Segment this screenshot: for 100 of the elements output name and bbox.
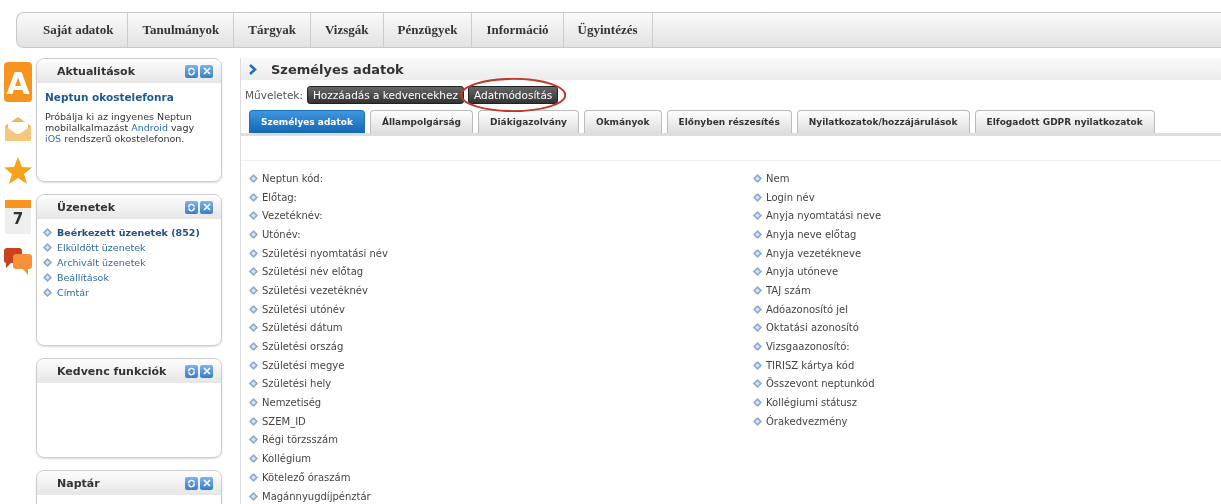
diamond-bullet-icon: [249, 285, 258, 295]
widget-title: Naptár: [57, 476, 100, 490]
field-label: Nem: [766, 172, 790, 184]
field-label: Anyja vezetékneve: [766, 247, 862, 259]
refresh-button[interactable]: [185, 364, 198, 378]
diamond-bullet-icon: [43, 243, 52, 252]
diamond-bullet-icon: [249, 454, 258, 464]
field-label: Utónév:: [262, 228, 301, 240]
close-icon: [202, 203, 211, 211]
field-label: TIRISZ kártya kód: [766, 359, 855, 371]
field-label: Kollégiumi státusz: [766, 397, 858, 409]
diamond-bullet-icon: [43, 273, 52, 282]
refresh-button[interactable]: [185, 64, 198, 78]
diamond-bullet-icon: [249, 211, 258, 221]
menu-item[interactable]: Vizsgák: [310, 13, 384, 47]
menu-item[interactable]: Ügyintézés: [563, 13, 653, 47]
action-button[interactable]: Adatmódosítás: [467, 86, 559, 104]
widget-title: Aktualitások: [57, 64, 135, 78]
field-label: Nemzetiség: [262, 397, 322, 409]
field-label: Kötelező óraszám: [262, 471, 351, 483]
tab[interactable]: Okmányok: [584, 110, 662, 133]
chat-icon[interactable]: [3, 248, 33, 276]
field-label: Összevont neptunkód: [766, 378, 875, 390]
menu-item[interactable]: Saját adatok: [29, 13, 129, 47]
star-icon[interactable]: [3, 156, 33, 186]
tab[interactable]: Személyes adatok: [249, 110, 365, 133]
menu-item[interactable]: Információ: [472, 13, 564, 47]
close-icon: [202, 367, 211, 375]
android-link[interactable]: Android: [131, 122, 168, 133]
refresh-button[interactable]: [185, 476, 198, 490]
diamond-bullet-icon: [753, 360, 762, 370]
diamond-bullet-icon: [249, 248, 258, 258]
field-label: Órakedvezmény: [766, 415, 848, 427]
message-folder-link[interactable]: Elküldött üzenetek: [43, 242, 215, 253]
field-label: SZEM_ID: [262, 415, 306, 427]
message-folder-link[interactable]: Beállítások: [43, 272, 215, 283]
diamond-bullet-icon: [753, 285, 762, 295]
panel-title: Személyes adatok: [271, 61, 404, 77]
tab[interactable]: Elfogadott GDPR nyilatkozatok: [974, 110, 1155, 133]
diamond-bullet-icon: [753, 379, 762, 389]
field-label: Anyja nyomtatási neve: [766, 210, 882, 222]
message-folder-link[interactable]: Beérkezett üzenetek (852): [43, 227, 215, 238]
field-label: Adóazonosító jel: [766, 303, 848, 315]
tab[interactable]: Diákigazolvány: [478, 110, 579, 133]
field-label: Anyja neve előtag: [766, 228, 857, 240]
refresh-button[interactable]: [185, 200, 198, 214]
widget-title: Kedvenc funkciók: [57, 364, 167, 378]
menu-item[interactable]: Tanulmányok: [128, 13, 235, 47]
diamond-bullet-icon: [753, 173, 762, 183]
diamond-bullet-icon: [753, 211, 762, 221]
tab[interactable]: Előnyben részesítés: [666, 110, 792, 133]
field-label: Születési utónév: [262, 303, 345, 315]
close-button[interactable]: [200, 64, 213, 78]
diamond-bullet-icon: [753, 248, 762, 258]
field-label: Login név: [766, 191, 815, 203]
close-icon: [202, 479, 211, 487]
field-label: Oktatási azonosító: [766, 322, 859, 334]
close-button[interactable]: [200, 364, 213, 378]
refresh-icon: [187, 478, 196, 488]
diamond-bullet-icon: [753, 342, 762, 352]
diamond-bullet-icon: [43, 288, 52, 297]
action-button[interactable]: Hozzáadás a kedvencekhez: [306, 86, 464, 104]
menu-item[interactable]: Pénzügyek: [383, 13, 473, 47]
menu-item[interactable]: Tárgyak: [234, 13, 311, 47]
news-headline: Neptun okostelefonra: [45, 91, 175, 103]
diamond-bullet-icon: [753, 398, 762, 408]
field-label: Születési név előtag: [262, 266, 364, 278]
diamond-bullet-icon: [753, 323, 762, 333]
message-folder-link[interactable]: Archivált üzenetek: [43, 257, 215, 268]
diamond-bullet-icon: [249, 267, 258, 277]
field-label: Születési vezetéknév: [262, 284, 368, 296]
diamond-bullet-icon: [753, 192, 762, 202]
tab[interactable]: Nyilatkozatok/hozzájárulások: [796, 110, 970, 133]
diamond-bullet-icon: [249, 342, 258, 352]
news-text: Próbálja ki az ingyenes Neptun mobilalkalmazást Android vagy iOS rendszerű okostelefonon.: [45, 111, 196, 144]
field-label: Kollégium: [262, 453, 312, 465]
diamond-bullet-icon: [249, 416, 258, 426]
diamond-bullet-icon: [753, 304, 762, 314]
diamond-bullet-icon: [249, 360, 258, 370]
diamond-bullet-icon: [43, 258, 52, 267]
ios-link[interactable]: iOS: [45, 133, 62, 144]
field-label: Születési dátum: [262, 322, 343, 334]
actions-label: Műveletek:: [245, 89, 303, 101]
diamond-bullet-icon: [249, 229, 258, 239]
close-button[interactable]: [200, 476, 213, 490]
diamond-bullet-icon: [249, 491, 258, 501]
diamond-bullet-icon: [249, 173, 258, 183]
field-label: Születési hely: [262, 378, 332, 390]
diamond-bullet-icon: [249, 192, 258, 202]
refresh-icon: [187, 66, 196, 76]
field-label: Születési nyomtatási név: [262, 247, 388, 259]
close-button[interactable]: [200, 200, 213, 214]
message-folder-link[interactable]: Címtár: [43, 287, 215, 298]
field-label: Vizsgaazonosító:: [766, 341, 850, 353]
field-label: Születési megye: [262, 359, 345, 371]
diamond-bullet-icon: [753, 229, 762, 239]
field-label: TAJ szám: [766, 284, 811, 296]
field-label: Születési ország: [262, 341, 344, 353]
tab[interactable]: Állampolgárság: [369, 110, 474, 133]
chevron-icon: [249, 63, 257, 75]
